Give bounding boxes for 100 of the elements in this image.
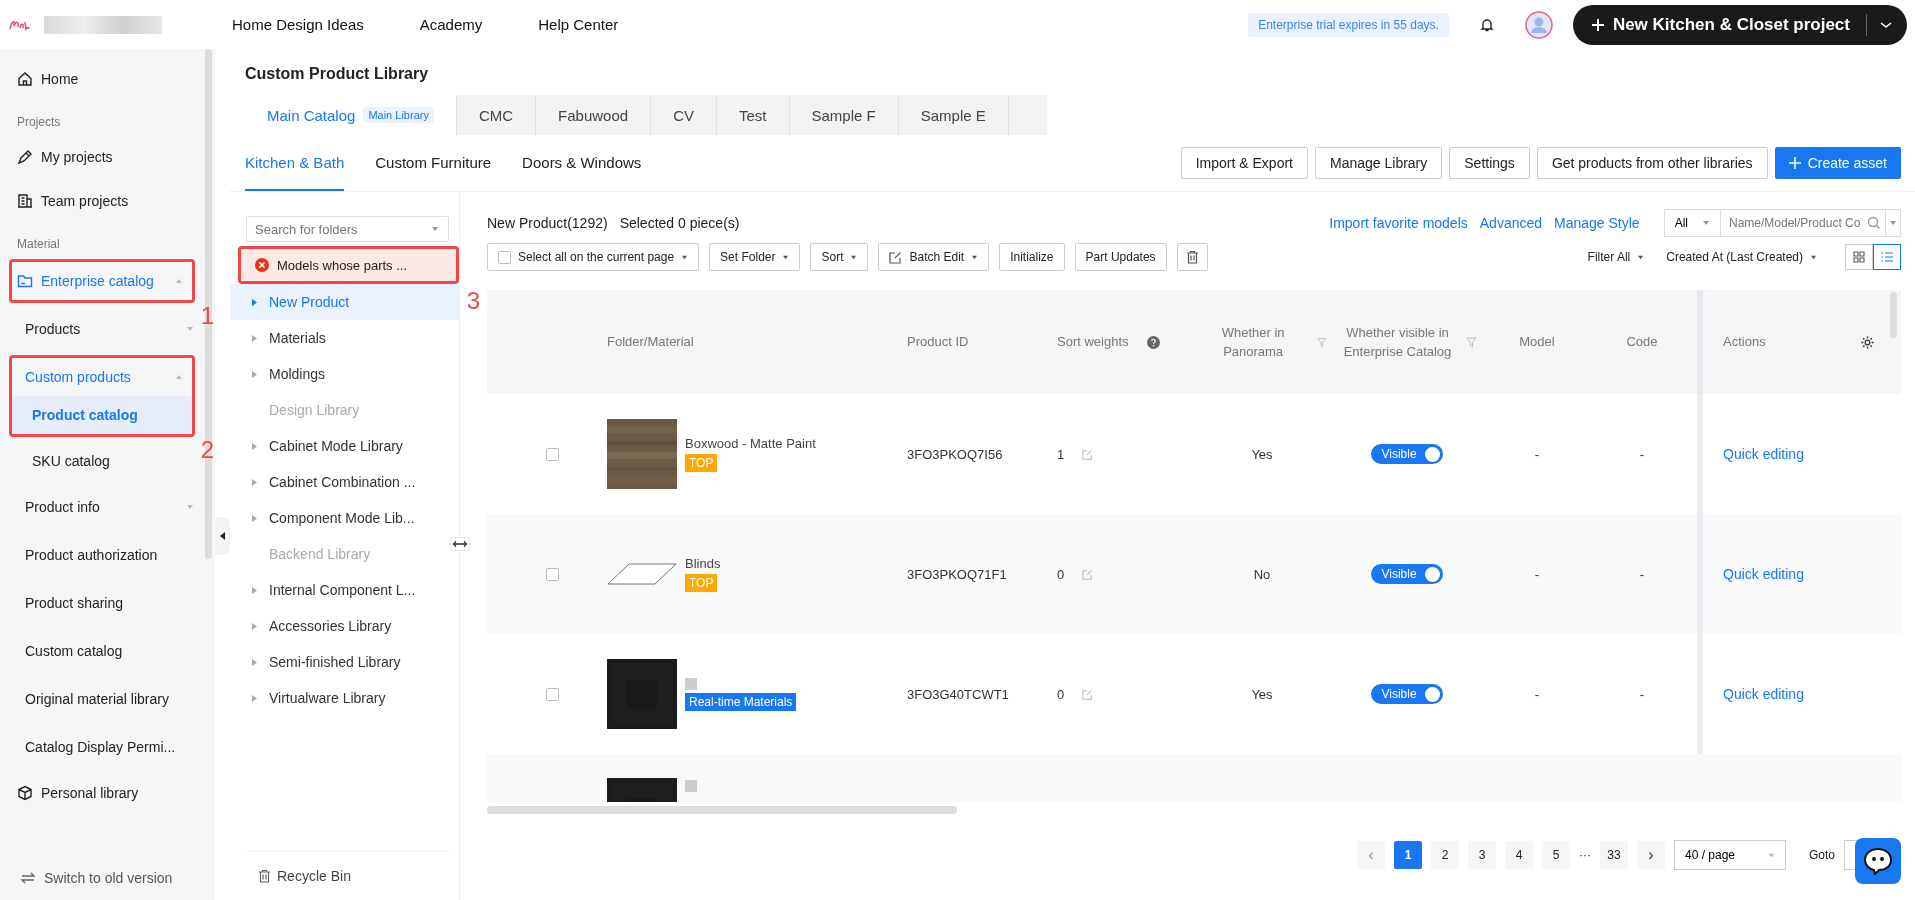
sidebar-item[interactable]: Home [12, 57, 203, 101]
avatar-icon[interactable] [1524, 10, 1553, 39]
new-project-button[interactable]: New Kitchen & Closet project [1572, 4, 1907, 45]
expand-triangle-icon[interactable] [252, 442, 257, 450]
sidebar-item[interactable]: Product sharing [12, 579, 203, 627]
sidebar-item[interactable]: My projects [12, 135, 203, 179]
page-button[interactable]: 5 [1542, 841, 1570, 869]
category-tab[interactable]: Kitchen & Bath [245, 135, 345, 191]
toolbar-link[interactable]: Advanced [1479, 215, 1543, 231]
expand-triangle-icon[interactable] [252, 298, 257, 306]
page-button[interactable]: 1 [1394, 841, 1422, 869]
filter-icon[interactable] [1317, 336, 1327, 348]
page-button[interactable]: 2 [1431, 841, 1459, 869]
scrollbar[interactable] [487, 806, 957, 814]
bell-icon[interactable] [1478, 16, 1495, 33]
row-checkbox[interactable] [545, 567, 559, 581]
action-button[interactable]: Import & Export [1180, 147, 1308, 179]
search-icon[interactable] [1867, 216, 1881, 230]
folder-item[interactable]: Virtualware Library [230, 680, 459, 716]
row-checkbox[interactable] [545, 447, 559, 461]
library-tab[interactable]: CV [651, 95, 717, 135]
sidebar-item[interactable]: Team projects [12, 179, 203, 223]
category-tab[interactable]: Custom Furniture [375, 135, 492, 191]
visibility-toggle[interactable]: Visible [1371, 564, 1443, 584]
select-all-button[interactable]: Select all on the current page [487, 243, 700, 271]
edit-icon[interactable] [1082, 448, 1094, 460]
sidebar-item[interactable]: Custom products [12, 358, 192, 396]
sidebar-item[interactable]: Catalog Display Permi... [12, 723, 203, 771]
expand-triangle-icon[interactable] [252, 478, 257, 486]
action-button[interactable]: Settings [1449, 147, 1530, 179]
list-view-button[interactable] [1873, 244, 1901, 270]
folder-item[interactable]: Cabinet Combination ... [230, 464, 459, 500]
sidebar-item[interactable]: Personal library [12, 771, 203, 815]
row-checkbox[interactable] [545, 687, 559, 701]
folder-item[interactable]: Semi-finished Library [230, 644, 459, 680]
folder-item[interactable]: Component Mode Lib... [230, 500, 459, 536]
visibility-toggle[interactable]: Visible [1371, 444, 1443, 464]
create-asset-button[interactable]: Create asset [1774, 147, 1901, 179]
quick-edit-link[interactable]: Quick editing [1723, 446, 1804, 462]
collapse-handle[interactable] [215, 517, 230, 555]
quick-edit-link[interactable]: Quick editing [1723, 686, 1804, 702]
delete-button[interactable] [1176, 243, 1208, 271]
visibility-toggle[interactable]: Visible [1371, 684, 1443, 704]
page-button[interactable]: 3 [1468, 841, 1496, 869]
expand-triangle-icon[interactable] [252, 334, 257, 342]
sort-dropdown[interactable]: Created At (Last Created) [1666, 250, 1817, 264]
expand-triangle-icon[interactable] [252, 586, 257, 594]
toolbar-button[interactable]: Part Updates [1074, 243, 1167, 271]
expand-triangle-icon[interactable] [252, 658, 257, 666]
scrollbar[interactable] [1890, 292, 1897, 338]
folder-search-field[interactable]: Search for folders [246, 216, 449, 242]
nav-link[interactable]: Help Center [538, 16, 619, 33]
sidebar-item[interactable]: Enterprise catalog [12, 262, 192, 300]
nav-link[interactable]: Home Design Ideas [232, 16, 364, 33]
folder-item[interactable]: Materials [230, 320, 459, 356]
toolbar-button[interactable]: Initialize [999, 243, 1065, 271]
quick-edit-link[interactable]: Quick editing [1723, 566, 1804, 582]
sidebar-item[interactable]: SKU catalog [12, 439, 203, 483]
folder-item[interactable]: Cabinet Mode Library [230, 428, 459, 464]
folder-item[interactable]: New Product [230, 284, 459, 320]
page-button[interactable]: 33 [1600, 841, 1628, 869]
caret-icon[interactable] [431, 226, 439, 232]
expand-triangle-icon[interactable] [252, 370, 257, 378]
sidebar-item[interactable]: Product authorization [12, 531, 203, 579]
sidebar-item[interactable]: Product info [12, 483, 203, 531]
toolbar-link[interactable]: Manage Style [1554, 215, 1640, 231]
edit-icon[interactable] [1082, 688, 1094, 700]
toolbar-link[interactable]: Import favorite models [1329, 215, 1468, 231]
action-button[interactable]: Get products from other libraries [1536, 147, 1768, 179]
expand-triangle-icon[interactable] [252, 514, 257, 522]
settings-icon[interactable] [1860, 334, 1875, 350]
library-tab[interactable]: CMC [456, 95, 537, 135]
help-icon[interactable] [1146, 335, 1160, 349]
sidebar-item[interactable]: Products [12, 305, 203, 353]
category-tab[interactable]: Doors & Windows [522, 135, 642, 191]
batch-edit-button[interactable]: Batch Edit [878, 243, 990, 271]
checkbox[interactable] [498, 250, 511, 264]
action-button[interactable]: Manage Library [1315, 147, 1443, 179]
sidebar-item[interactable]: Custom catalog [12, 627, 203, 675]
page-button[interactable]: 4 [1505, 841, 1533, 869]
filter-icon[interactable] [1465, 336, 1477, 348]
page-size-select[interactable]: 40 / page [1674, 840, 1786, 870]
folder-item[interactable]: Moldings [230, 356, 459, 392]
sidebar-item[interactable]: Product catalog [12, 396, 192, 434]
filter-dropdown[interactable]: Filter All [1587, 250, 1645, 264]
library-tab[interactable]: Main Catalog Main Library [245, 95, 457, 135]
folder-item[interactable]: Accessories Library [230, 608, 459, 644]
chat-button[interactable] [1855, 838, 1901, 884]
grid-view-button[interactable] [1845, 244, 1873, 270]
switch-version-link[interactable]: Switch to old version [12, 870, 203, 886]
edit-icon[interactable] [1082, 568, 1094, 580]
chevron-icon[interactable] [1879, 19, 1893, 30]
search-box[interactable]: All Name/Model/Product Co [1663, 209, 1901, 237]
sidebar-item[interactable]: Original material library [12, 675, 203, 723]
folder-item[interactable]: Internal Component L... [230, 572, 459, 608]
resize-icon[interactable] [450, 537, 470, 551]
library-tab[interactable]: Sample E [898, 95, 1009, 135]
dropdown-button[interactable]: Sort [810, 243, 869, 271]
recycle-bin-link[interactable]: Recycle Bin [246, 851, 449, 900]
error-notice[interactable]: Models whose parts ... [241, 249, 456, 281]
